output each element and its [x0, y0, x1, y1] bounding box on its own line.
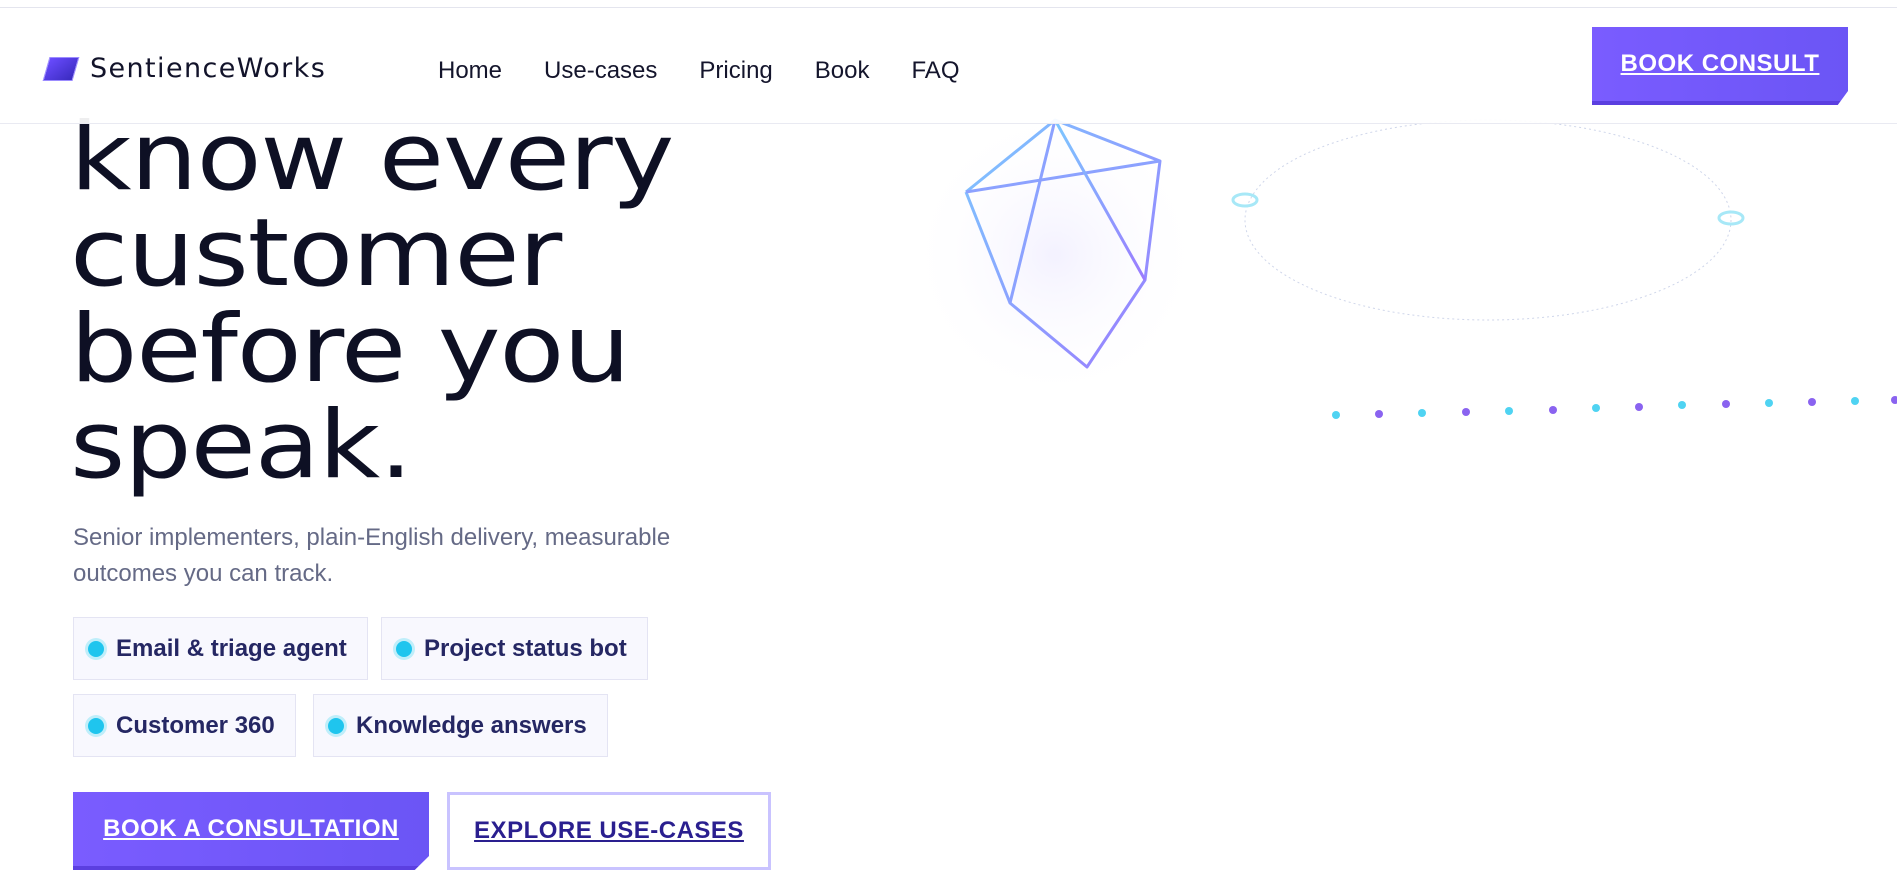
chip-dot-icon: [88, 717, 104, 734]
hero-illustration: [905, 105, 1897, 419]
chip-label: Project status bot: [424, 634, 627, 662]
chip-label: Customer 360: [116, 711, 275, 739]
use-case-chip: Email & triage agent: [73, 617, 368, 680]
chip-label: Knowledge answers: [356, 711, 587, 739]
hero-headline: know every customer before you speak.: [70, 110, 929, 494]
headline-line: before you: [70, 295, 631, 404]
nav-link-pricing[interactable]: Pricing: [699, 57, 772, 85]
site-header: SentienceWorks Home Use-cases Pricing Bo…: [0, 8, 1897, 124]
brand-logo[interactable]: SentienceWorks: [42, 53, 327, 84]
brand-name: SentienceWorks: [90, 53, 327, 84]
hero-subtitle: Senior implementers, plain-English deliv…: [73, 524, 671, 587]
logo-mark-icon: [42, 56, 80, 81]
headline-line: speak.: [70, 391, 413, 500]
main-nav: Home Use-cases Pricing Book FAQ: [438, 57, 959, 85]
headline-line: know every: [70, 103, 674, 212]
use-case-chip: Project status bot: [381, 617, 648, 680]
nav-link-faq[interactable]: FAQ: [911, 57, 959, 85]
book-consult-button[interactable]: BOOK CONSULT: [1592, 27, 1848, 105]
explore-use-cases-button[interactable]: EXPLORE USE-CASES: [447, 792, 771, 870]
orbit-ellipse: [1244, 119, 1732, 321]
chip-dot-icon: [396, 640, 412, 657]
nav-link-book[interactable]: Book: [815, 57, 870, 85]
use-case-chip: Knowledge answers: [313, 694, 608, 757]
book-consultation-button[interactable]: BOOK A CONSULTATION: [73, 792, 429, 870]
chip-dot-icon: [88, 640, 104, 657]
nav-link-use-cases[interactable]: Use-cases: [544, 57, 657, 85]
use-case-chip: Customer 360: [73, 694, 296, 757]
chip-label: Email & triage agent: [116, 634, 347, 662]
dot-trail: [1332, 396, 1897, 419]
nav-link-home[interactable]: Home: [438, 57, 502, 85]
headline-line: customer: [70, 199, 562, 308]
chip-dot-icon: [328, 717, 344, 734]
